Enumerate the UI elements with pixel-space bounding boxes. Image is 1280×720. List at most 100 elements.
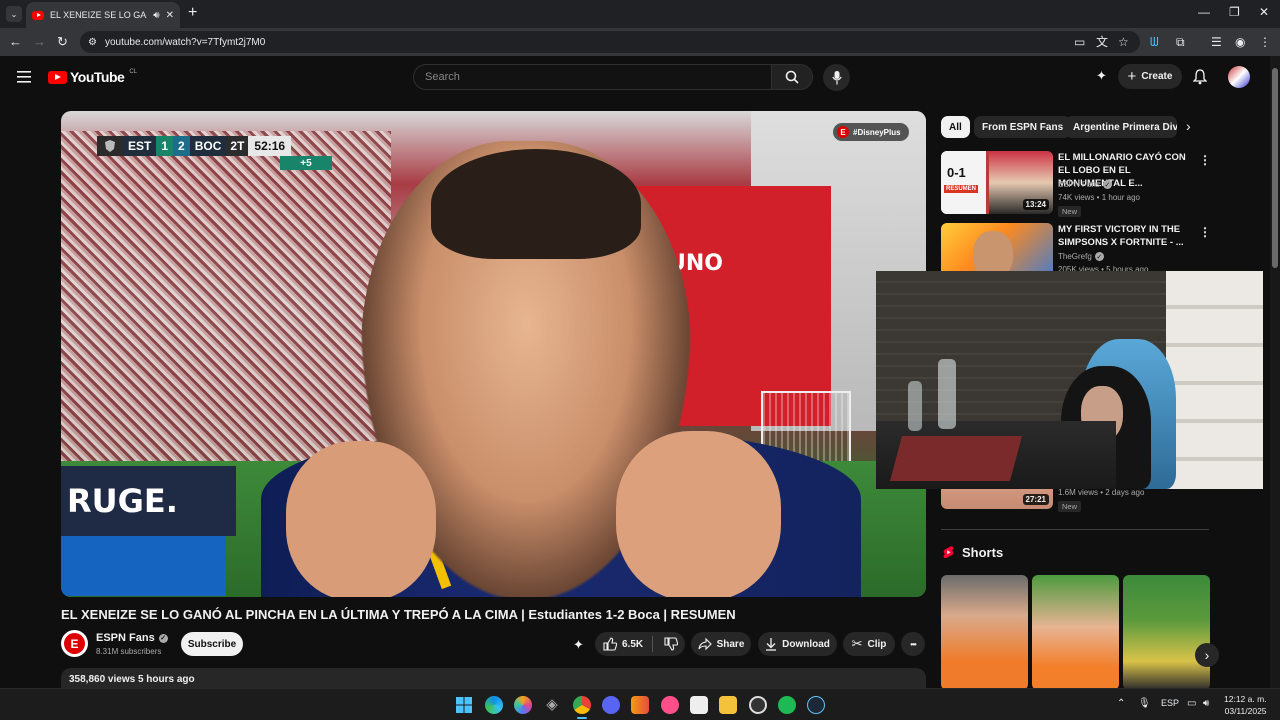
profile-icon[interactable]: ◉	[1235, 35, 1245, 49]
bookmark-star-icon[interactable]: ☆	[1118, 35, 1129, 49]
app-icon[interactable]: ◈	[543, 696, 561, 714]
hamburger-menu-icon[interactable]	[17, 71, 31, 83]
extension-icon[interactable]: ᗯ	[1150, 35, 1159, 49]
back-arrow-icon[interactable]: ←	[9, 35, 22, 49]
translate-icon[interactable]: 文	[1096, 35, 1108, 49]
chevron-right-icon[interactable]: ›	[1186, 118, 1191, 134]
verified-check-icon: ✓	[158, 633, 168, 643]
search-input[interactable]: Search	[413, 64, 771, 90]
ad-board: RUGE.	[61, 466, 236, 536]
window-restore-button[interactable]: ❐	[1229, 5, 1240, 19]
ai-sparkle-icon[interactable]: ✦	[573, 637, 584, 653]
chip-from-channel[interactable]: From ESPN Fans	[974, 116, 1072, 138]
new-tab-button[interactable]: +	[188, 5, 197, 21]
shorts-section-header: Shorts	[943, 545, 1003, 560]
water-bottle	[908, 381, 922, 431]
tab-close-icon[interactable]: ✕	[166, 10, 174, 21]
input-language[interactable]: ESP	[1161, 698, 1179, 708]
copilot-icon[interactable]	[514, 696, 532, 714]
recommendation-channel[interactable]: ESPN Fans ✓	[1058, 180, 1112, 189]
tab-title: EL XENEIZE SE LO GANÓ AL	[50, 10, 147, 20]
channel-avatar[interactable]: E	[61, 630, 88, 657]
speaker-icon[interactable]: 🔊︎	[153, 10, 159, 21]
thumb-tag: RESUMEN	[944, 185, 979, 193]
clock-date: 03/11/2025	[1224, 706, 1267, 716]
chrome-icon[interactable]	[573, 696, 591, 714]
discord-icon[interactable]	[602, 696, 620, 714]
more-vert-icon[interactable]: ⋮	[1199, 153, 1211, 167]
windows-start-icon[interactable]	[456, 697, 472, 713]
new-badge: New	[1058, 206, 1082, 217]
forward-arrow-icon[interactable]: →	[33, 35, 46, 49]
share-button[interactable]: Share	[691, 632, 751, 656]
like-count[interactable]: 6.5K	[622, 639, 643, 650]
user-avatar[interactable]	[1228, 66, 1250, 88]
shorts-thumbnail[interactable]	[941, 575, 1028, 690]
thumb-panel	[941, 151, 986, 214]
recommendation-title[interactable]: MY FIRST VICTORY IN THE SIMPSONS X FORTN…	[1058, 223, 1198, 249]
search-button[interactable]	[771, 64, 813, 90]
video-duration: 27:21	[1022, 494, 1049, 505]
video-title: EL XENEIZE SE LO GANÓ AL PINCHA EN LA ÚL…	[61, 607, 736, 622]
chip-league[interactable]: Argentine Primera Divisi	[1065, 116, 1177, 138]
browser-menu-icon[interactable]: ⋮	[1259, 35, 1271, 49]
tray-microphone-icon[interactable]: 🎙︎	[1138, 698, 1151, 709]
tray-chevron-up-icon[interactable]: ⌃	[1117, 698, 1125, 709]
thumbs-up-icon[interactable]	[603, 637, 617, 651]
new-badge: New	[1058, 501, 1082, 512]
recommendation-channel[interactable]: TheGrefg ✓	[1058, 252, 1104, 261]
create-button[interactable]: + Create	[1118, 64, 1182, 89]
window-close-button[interactable]: ✕	[1259, 5, 1269, 19]
app-icon[interactable]	[749, 696, 767, 714]
spotify-icon[interactable]	[778, 696, 796, 714]
reading-list-icon[interactable]: ☰	[1211, 35, 1222, 49]
recommendation-item[interactable]: 0-1 RESUMEN 13:24 EL MILLONARIO CAYÓ CON…	[941, 151, 1211, 217]
download-icon	[766, 637, 777, 651]
recommendation-channel-name: TheGrefg	[1058, 252, 1092, 261]
app-icon[interactable]	[631, 696, 649, 714]
share-arrow-icon	[698, 638, 712, 650]
chevron-right-icon: ›	[1204, 647, 1210, 663]
file-explorer-icon[interactable]	[719, 696, 737, 714]
page-scrollbar[interactable]	[1270, 56, 1280, 688]
reload-icon[interactable]: ↻	[57, 35, 68, 49]
subscribe-button[interactable]: Subscribe	[181, 632, 243, 656]
video-player[interactable]: UNO RUGE. EST 1 2 BOC 2T 52:16 +5 E #Dis…	[61, 111, 926, 597]
youtube-logo[interactable]: YouTube CL	[48, 69, 137, 85]
steam-icon[interactable]	[807, 696, 825, 714]
thumbs-down-icon[interactable]	[664, 637, 679, 651]
recommendation-thumbnail[interactable]: 0-1 RESUMEN 13:24	[941, 151, 1053, 214]
extensions-puzzle-icon[interactable]: ⧉	[1176, 35, 1185, 49]
notepad-icon[interactable]	[690, 696, 708, 714]
channel-name[interactable]: ESPN Fans ✓	[96, 632, 168, 644]
ai-sparkle-icon[interactable]: ✦	[1096, 68, 1107, 84]
system-clock[interactable]: 12:12 a. m. 03/11/2025	[1224, 693, 1267, 717]
shorts-thumbnail[interactable]	[1123, 575, 1210, 690]
added-time: +5	[280, 156, 332, 170]
tab-search-button[interactable]: ⌄	[6, 6, 22, 22]
home-team: EST	[123, 136, 157, 156]
channel-avatar-letter: E	[64, 633, 85, 654]
app-icon[interactable]	[661, 696, 679, 714]
more-vert-icon[interactable]: ⋮	[1199, 225, 1211, 239]
voice-search-button[interactable]	[823, 64, 850, 91]
shorts-next-button[interactable]: ›	[1195, 643, 1219, 667]
volume-icon[interactable]: 🔊︎	[1203, 698, 1209, 709]
edge-icon[interactable]	[485, 696, 503, 714]
window-minimize-button[interactable]: —	[1198, 5, 1210, 19]
subscriber-count: 8.31M subscribers	[96, 647, 162, 656]
download-button[interactable]: Download	[758, 632, 837, 656]
more-actions-button[interactable]: •••	[901, 632, 925, 656]
network-icon[interactable]: ▭	[1187, 698, 1196, 709]
site-info-icon[interactable]: ⚙︎	[88, 37, 97, 48]
recommendation-meta: 74K views • 1 hour ago	[1058, 193, 1140, 202]
cast-icon[interactable]: ▭	[1074, 35, 1085, 49]
match-clock: 52:16	[248, 136, 292, 156]
shorts-thumbnail[interactable]	[1032, 575, 1119, 690]
browser-tab-active[interactable]: EL XENEIZE SE LO GANÓ AL 🔊︎ ✕	[26, 2, 180, 28]
clip-button[interactable]: ✂︎ Clip	[843, 632, 895, 656]
chip-all[interactable]: All	[941, 116, 970, 138]
scrollbar-thumb[interactable]	[1272, 68, 1278, 268]
address-bar[interactable]: ⚙︎ youtube.com/watch?v=7Tfymt2j7M0	[80, 31, 1140, 53]
notifications-bell-icon[interactable]	[1193, 69, 1207, 85]
